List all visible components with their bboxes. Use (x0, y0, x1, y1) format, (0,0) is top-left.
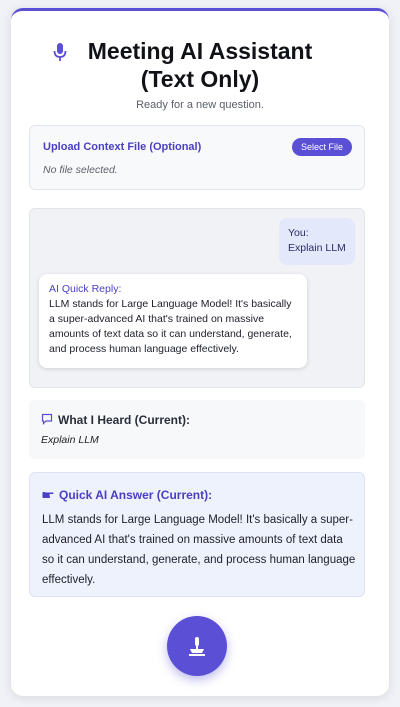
assistant-card: Meeting AI Assistant (Text Only) Ready f… (11, 8, 389, 696)
ai-message-text: LLM stands for Large Language Model! It'… (49, 298, 292, 355)
answer-heading-text: Quick AI Answer (Current): (59, 488, 213, 502)
heard-heading-text: What I Heard (Current): (58, 413, 190, 427)
ai-message-label: AI Quick Reply: (49, 283, 122, 295)
answer-panel: Quick AI Answer (Current): LLM stands fo… (29, 472, 365, 597)
upload-label: Upload Context File (Optional) (43, 141, 202, 153)
select-file-button[interactable]: Select File (291, 138, 352, 156)
speech-bubble-icon (41, 413, 53, 425)
answer-heading: Quick AI Answer (Current): (42, 488, 212, 502)
title-line-1: Meeting AI Assistant (87, 38, 313, 64)
ai-message: AI Quick Reply: LLM stands for Large Lan… (39, 274, 307, 368)
heard-heading: What I Heard (Current): (41, 413, 190, 427)
page-title: Meeting AI Assistant (Text Only) (11, 37, 389, 93)
file-status: No file selected. (43, 164, 118, 176)
answer-text: LLM stands for Large Language Model! It'… (42, 514, 356, 586)
chat-history[interactable]: You: Explain LLM AI Quick Reply: LLM sta… (29, 208, 365, 388)
status-text: Ready for a new question. (136, 99, 264, 111)
user-message: You: Explain LLM (279, 218, 355, 265)
title-line-2: (Text Only) (140, 66, 260, 92)
upload-panel: Upload Context File (Optional) Select Fi… (29, 125, 365, 190)
user-message-text: Explain LLM (288, 242, 346, 254)
heard-text: Explain LLM (41, 434, 99, 446)
user-message-label: You: (288, 227, 309, 239)
pointing-hand-icon (42, 488, 54, 500)
heard-panel: What I Heard (Current): Explain LLM (29, 400, 365, 459)
record-button[interactable] (167, 616, 227, 676)
